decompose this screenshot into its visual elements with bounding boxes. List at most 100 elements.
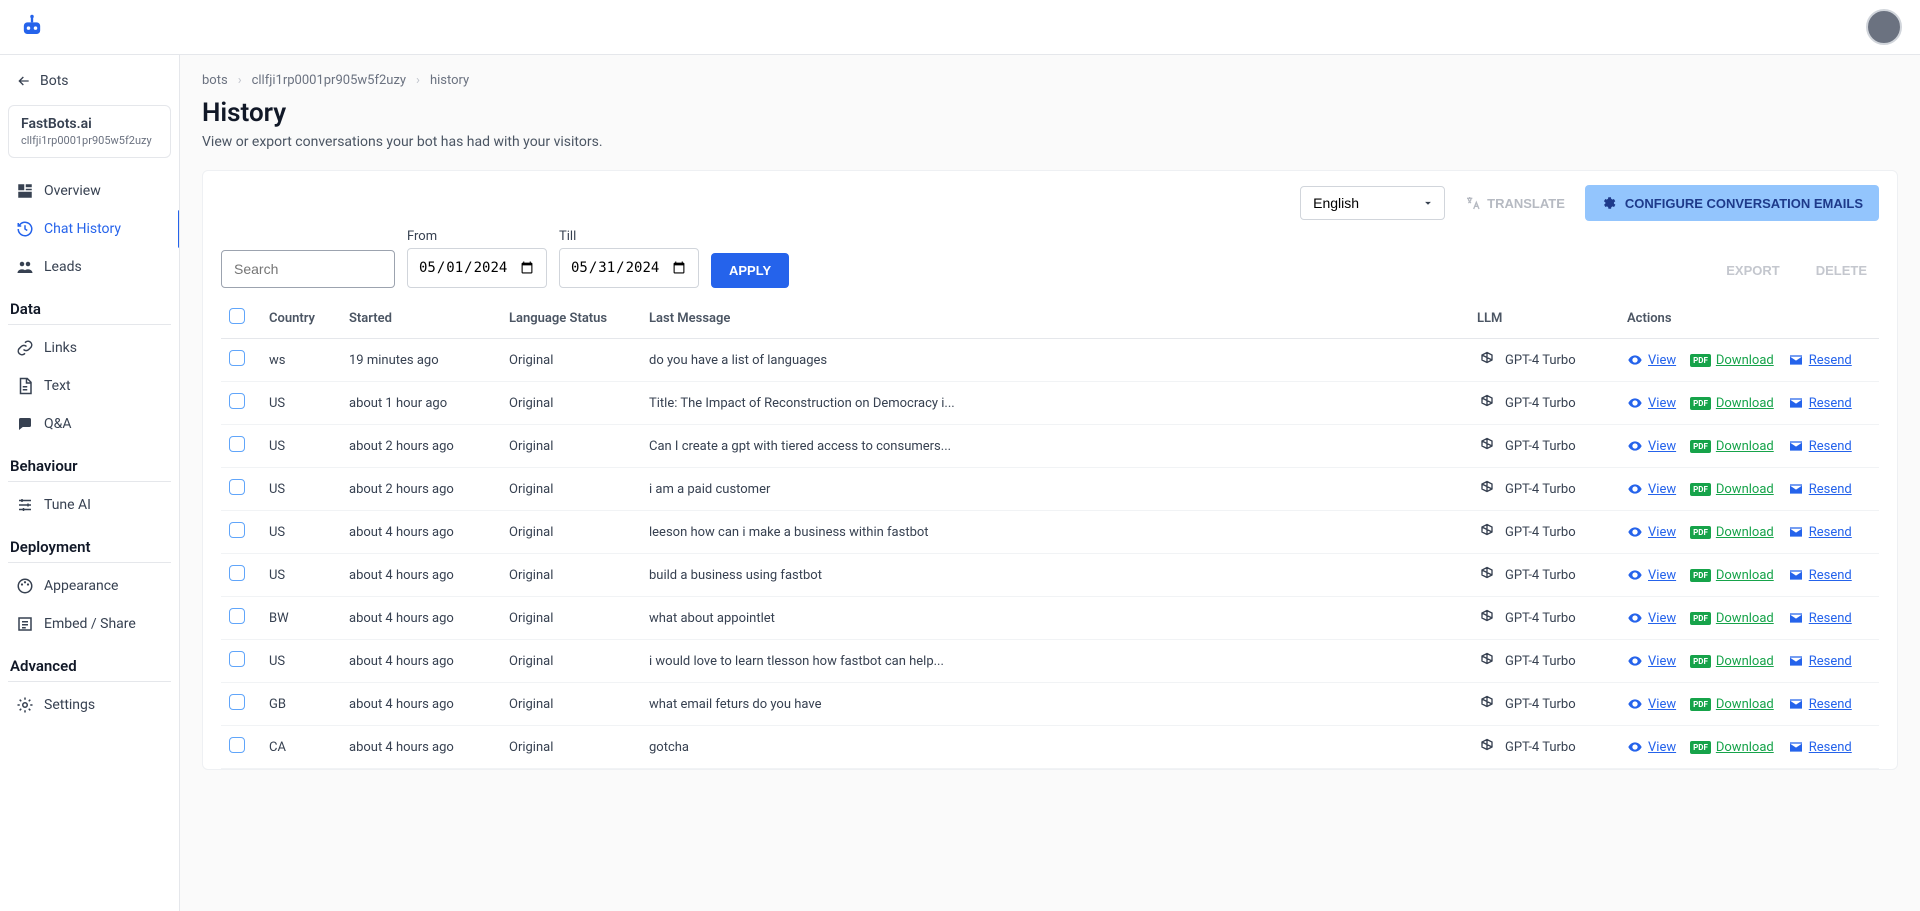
view-link[interactable]: View <box>1627 352 1676 368</box>
cell-started: about 4 hours ago <box>341 726 501 769</box>
back-to-bots-link[interactable]: Bots <box>8 63 171 99</box>
configure-emails-button[interactable]: CONFIGURE CONVERSATION EMAILS <box>1585 185 1879 221</box>
resend-link[interactable]: Resend <box>1788 610 1852 626</box>
view-link[interactable]: View <box>1627 395 1676 411</box>
qa-icon <box>16 415 34 433</box>
row-checkbox[interactable] <box>229 479 245 495</box>
app-logo <box>18 13 46 41</box>
row-checkbox[interactable] <box>229 651 245 667</box>
download-link[interactable]: PDFDownload <box>1690 697 1774 712</box>
resend-link[interactable]: Resend <box>1788 481 1852 497</box>
nav-chat-history[interactable]: Chat History <box>8 210 171 248</box>
filters-row: From Till APPLY EXPORT DELETE <box>221 229 1879 288</box>
delete-button[interactable]: DELETE <box>1804 253 1879 288</box>
view-link[interactable]: View <box>1627 739 1676 755</box>
nav-text[interactable]: Text <box>8 367 171 405</box>
download-link[interactable]: PDFDownload <box>1690 611 1774 626</box>
row-checkbox[interactable] <box>229 522 245 538</box>
cell-country: GB <box>261 683 341 726</box>
resend-link[interactable]: Resend <box>1788 739 1852 755</box>
cell-last-message: leeson how can i make a business within … <box>641 511 1469 554</box>
view-link[interactable]: View <box>1627 481 1676 497</box>
download-link[interactable]: PDFDownload <box>1690 740 1774 755</box>
bot-card[interactable]: FastBots.ai cllfji1rp0001pr905w5f2uzy <box>8 105 171 158</box>
view-link[interactable]: View <box>1627 524 1676 540</box>
download-link[interactable]: PDFDownload <box>1690 353 1774 368</box>
nav-overview[interactable]: Overview <box>8 172 171 210</box>
nav-tune-ai[interactable]: Tune AI <box>8 486 171 524</box>
table-row: GB about 4 hours ago Original what email… <box>221 683 1879 726</box>
till-date-input[interactable] <box>559 248 699 288</box>
export-button[interactable]: EXPORT <box>1714 253 1791 288</box>
download-link[interactable]: PDFDownload <box>1690 525 1774 540</box>
resend-link[interactable]: Resend <box>1788 524 1852 540</box>
nav-leads[interactable]: Leads <box>8 248 171 286</box>
resend-link[interactable]: Resend <box>1788 696 1852 712</box>
pdf-icon: PDF <box>1690 698 1711 711</box>
row-checkbox[interactable] <box>229 350 245 366</box>
resend-link[interactable]: Resend <box>1788 352 1852 368</box>
th-started: Started <box>341 298 501 339</box>
eye-icon <box>1627 438 1643 454</box>
cell-language: Original <box>501 425 641 468</box>
search-input[interactable] <box>221 250 395 288</box>
view-link[interactable]: View <box>1627 696 1676 712</box>
view-link[interactable]: View <box>1627 567 1676 583</box>
row-checkbox[interactable] <box>229 565 245 581</box>
language-select[interactable]: English <box>1300 186 1445 220</box>
nav-label: Chat History <box>44 221 121 237</box>
view-link[interactable]: View <box>1627 653 1676 669</box>
panel-toolbar: English TRANSLATE CONFIGURE CONVERSATION… <box>221 185 1879 221</box>
download-link[interactable]: PDFDownload <box>1690 396 1774 411</box>
cell-llm: GPT-4 Turbo <box>1505 611 1576 626</box>
nav-embed-share[interactable]: Embed / Share <box>8 605 171 643</box>
nav-links[interactable]: Links <box>8 329 171 367</box>
cell-last-message: what email feturs do you have <box>641 683 1469 726</box>
cell-country: US <box>261 554 341 597</box>
cell-llm: GPT-4 Turbo <box>1505 396 1576 411</box>
section-behaviour: Behaviour <box>8 443 171 482</box>
from-date-input[interactable] <box>407 248 547 288</box>
translate-button[interactable]: TRANSLATE <box>1459 187 1571 219</box>
crumb-bot-id[interactable]: cllfji1rp0001pr905w5f2uzy <box>252 73 406 88</box>
row-checkbox[interactable] <box>229 694 245 710</box>
row-checkbox[interactable] <box>229 436 245 452</box>
main-content: bots › cllfji1rp0001pr905w5f2uzy › histo… <box>180 55 1920 911</box>
eye-icon <box>1627 395 1643 411</box>
pdf-icon: PDF <box>1690 440 1711 453</box>
download-link[interactable]: PDFDownload <box>1690 654 1774 669</box>
nav-q-a[interactable]: Q&A <box>8 405 171 443</box>
nav-appearance[interactable]: Appearance <box>8 567 171 605</box>
resend-link[interactable]: Resend <box>1788 395 1852 411</box>
view-link[interactable]: View <box>1627 438 1676 454</box>
settings-icon <box>16 696 34 714</box>
eye-icon <box>1627 567 1643 583</box>
cell-last-message: i would love to learn tlesson how fastbo… <box>641 640 1469 683</box>
user-avatar[interactable] <box>1866 9 1902 45</box>
select-all-checkbox[interactable] <box>229 308 245 324</box>
resend-link[interactable]: Resend <box>1788 438 1852 454</box>
resend-link[interactable]: Resend <box>1788 653 1852 669</box>
translate-icon <box>1465 195 1481 211</box>
download-link[interactable]: PDFDownload <box>1690 482 1774 497</box>
resend-link[interactable]: Resend <box>1788 567 1852 583</box>
view-link[interactable]: View <box>1627 610 1676 626</box>
row-checkbox[interactable] <box>229 737 245 753</box>
nav-settings[interactable]: Settings <box>8 686 171 724</box>
back-label: Bots <box>40 73 69 89</box>
table-row: US about 4 hours ago Original build a bu… <box>221 554 1879 597</box>
link-icon <box>16 339 34 357</box>
row-checkbox[interactable] <box>229 393 245 409</box>
section-advanced: Advanced <box>8 643 171 682</box>
cell-last-message: what about appointlet <box>641 597 1469 640</box>
apply-button[interactable]: APPLY <box>711 253 789 288</box>
download-link[interactable]: PDFDownload <box>1690 568 1774 583</box>
mail-icon <box>1788 567 1804 583</box>
cell-last-message: Can I create a gpt with tiered access to… <box>641 425 1469 468</box>
download-link[interactable]: PDFDownload <box>1690 439 1774 454</box>
openai-icon <box>1477 436 1497 456</box>
row-checkbox[interactable] <box>229 608 245 624</box>
section-data: Data <box>8 286 171 325</box>
cell-last-message: gotcha <box>641 726 1469 769</box>
crumb-bots[interactable]: bots <box>202 73 228 88</box>
